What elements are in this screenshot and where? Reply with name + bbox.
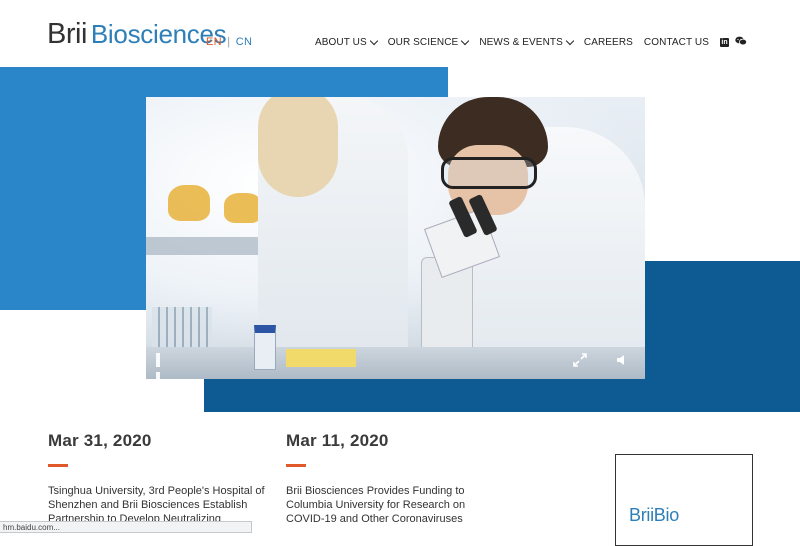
news-headline[interactable]: Brii Biosciences Provides Funding to Col… [286, 484, 506, 526]
news-date: Mar 11, 2020 [286, 431, 389, 450]
nav-label: OUR SCIENCE [387, 37, 459, 48]
social-links: in [720, 36, 747, 49]
scientist-hair [258, 97, 338, 197]
card-logo: BriiBio [629, 505, 679, 525]
browser-status-bar: hm.baidu.com... [0, 521, 252, 533]
wechat-icon[interactable] [735, 36, 747, 49]
language-switcher: EN | CN [206, 36, 252, 48]
fullscreen-icon[interactable] [573, 353, 587, 367]
site-header: Brii Biosciences EN | CN ABOUT US OUR SC… [0, 0, 800, 66]
nav-label: CONTACT US [643, 37, 709, 48]
nav-label: ABOUT US [315, 37, 367, 48]
tube-rack [286, 349, 356, 367]
nav-contact-us[interactable]: CONTACT US [644, 37, 709, 48]
logo-brand: Brii [47, 18, 87, 50]
news-accent-bar [286, 464, 306, 467]
nav-about-us[interactable]: ABOUT US [315, 36, 379, 48]
brii-logo[interactable]: Brii Biosciences [47, 18, 227, 51]
pause-icon[interactable] [156, 353, 168, 379]
lab-bottle [254, 325, 276, 370]
nav-careers[interactable]: CAREERS [584, 37, 633, 48]
lang-separator: | [227, 36, 231, 48]
nav-news-events[interactable]: NEWS & EVENTS [479, 36, 575, 48]
news-date: Mar 31, 2020 [48, 431, 152, 450]
news-item[interactable]: Mar 11, 2020 Brii Biosciences Provides F… [286, 431, 506, 526]
volume-icon[interactable] [615, 353, 629, 367]
chevron-down-icon [565, 36, 575, 45]
linkedin-icon[interactable]: in [720, 38, 729, 47]
news-accent-bar [48, 464, 68, 467]
chevron-down-icon [369, 36, 379, 45]
lab-bench [146, 347, 645, 379]
main-nav: ABOUT US OUR SCIENCE NEWS & EVENTS CAREE… [304, 36, 747, 49]
chevron-down-icon [461, 36, 470, 45]
lab-flask [224, 193, 262, 223]
safety-goggles [441, 157, 537, 189]
hero-video[interactable] [146, 97, 645, 379]
news-headline[interactable]: Tsinghua University, 3rd People's Hospit… [48, 484, 268, 526]
nav-label: NEWS & EVENTS [479, 37, 563, 48]
nav-our-science[interactable]: OUR SCIENCE [387, 36, 470, 48]
news-item[interactable]: Mar 31, 2020 Tsinghua University, 3rd Pe… [48, 431, 268, 526]
lang-en-link[interactable]: EN [206, 36, 222, 48]
lab-flask [168, 185, 210, 221]
nav-label: CAREERS [583, 37, 633, 48]
lang-cn-link[interactable]: CN [236, 36, 253, 48]
brii-card[interactable]: BriiBio [615, 454, 753, 546]
